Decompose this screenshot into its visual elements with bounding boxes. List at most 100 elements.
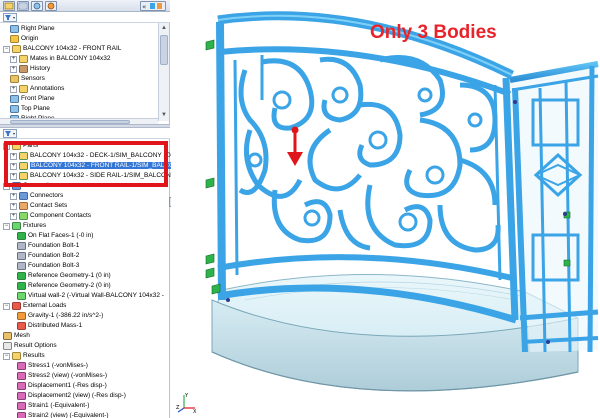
svg-text:Z: Z xyxy=(176,405,180,411)
tree-item-label: Stress1 (-vonMises-) xyxy=(28,362,88,369)
tree-item-label: Top Plane xyxy=(21,105,50,112)
balcony-model xyxy=(205,11,599,392)
tree-item[interactable]: Displacement1 (-Res disp-) xyxy=(17,381,107,391)
fixture-icon xyxy=(17,272,26,280)
highlight-box xyxy=(4,141,168,187)
tree-item-label: Displacement2 (view) (-Res disp-) xyxy=(28,392,126,399)
filter-icon[interactable] xyxy=(3,13,17,22)
tree-item-label: Sensors xyxy=(21,75,45,82)
tree-item-label: Distributed Mass-1 xyxy=(28,322,83,329)
tree-item[interactable]: Top Plane xyxy=(10,104,50,114)
tree-item-label: Component Contacts xyxy=(30,212,92,219)
tree-item[interactable]: + History xyxy=(10,64,50,74)
part-icon xyxy=(12,45,21,53)
tree-item[interactable]: Foundation Bolt-3 xyxy=(17,261,79,271)
panel-options-icon[interactable]: « xyxy=(140,1,166,11)
tree-item-label: External Loads xyxy=(23,302,67,309)
tree-item[interactable]: + Contact Sets xyxy=(10,201,67,211)
tree-item[interactable]: Reference Geometry-1 (0 in) xyxy=(17,271,111,281)
tree-item[interactable]: On Flat Faces-1 (-0 in) xyxy=(17,231,93,241)
tree-item-label: Mates in BALCONY 104x32 xyxy=(30,55,111,62)
tree-item-label: On Flat Faces-1 (-0 in) xyxy=(28,232,94,239)
tree-item[interactable]: − External Loads xyxy=(3,301,66,311)
tree-item[interactable]: Right Plane xyxy=(10,24,55,34)
expand-icon[interactable]: + xyxy=(10,202,17,210)
tree-item-label: Foundation Bolt-1 xyxy=(28,242,80,249)
property-manager-tab-icon[interactable] xyxy=(17,1,29,11)
svg-text:«: « xyxy=(142,3,146,10)
expand-icon[interactable]: + xyxy=(10,65,17,73)
tree-item[interactable]: Front Plane xyxy=(10,94,55,104)
feature-manager-panel: « Right Plane Origin − BALCONY 104x32 - FRO… xyxy=(0,0,180,418)
origin-icon xyxy=(10,35,19,43)
sensors-icon xyxy=(10,75,19,83)
collapse-icon[interactable]: − xyxy=(3,302,10,310)
tree-item[interactable]: Foundation Bolt-2 xyxy=(17,251,79,261)
tree-item[interactable]: Gravity-1 (-386.22 in/s^2-) xyxy=(17,311,103,321)
tree-item-label: History xyxy=(30,65,51,72)
tree-item[interactable]: + Mates in BALCONY 104x32 xyxy=(10,54,110,64)
plot-icon xyxy=(17,382,26,390)
collapse-icon[interactable]: − xyxy=(3,352,10,360)
tree-item[interactable]: Strain2 (view) (-Equivalent-) xyxy=(17,411,109,418)
scroll-up-icon[interactable]: ▲ xyxy=(160,24,168,32)
filter-icon[interactable] xyxy=(3,129,17,138)
tree-item-label: Stress2 (view) (-vonMises-) xyxy=(28,372,108,379)
plot-icon xyxy=(17,412,26,418)
tree-item[interactable]: Stress2 (view) (-vonMises-) xyxy=(17,371,107,381)
collapse-icon[interactable]: − xyxy=(3,45,10,53)
bolt-icon xyxy=(17,262,26,270)
tree-item-label: Front Plane xyxy=(21,95,55,102)
tree-item[interactable]: Displacement2 (view) (-Res disp-) xyxy=(17,391,126,401)
tree-item-label: Strain1 (-Equivalent-) xyxy=(28,402,90,409)
tree-item[interactable]: + Component Contacts xyxy=(10,211,91,221)
scroll-down-icon[interactable]: ▼ xyxy=(160,111,168,119)
tree-item[interactable]: Virtual wall-2 (-Virtual Wall-BALCONY 10… xyxy=(17,291,164,301)
tree-item[interactable]: + Annotations xyxy=(10,84,64,94)
tree-item[interactable]: Foundation Bolt-1 xyxy=(17,241,79,251)
tree-item-label: Origin xyxy=(21,35,39,42)
tree-item-label: Connectors xyxy=(30,192,64,199)
tree-item[interactable]: − Fixtures xyxy=(3,221,46,231)
tree-item[interactable]: Origin xyxy=(10,34,38,44)
display-manager-tab-icon[interactable] xyxy=(45,1,57,11)
load-arrow-icon xyxy=(287,126,303,166)
tree-item-label: Displacement1 (-Res disp-) xyxy=(28,382,107,389)
collapse-icon[interactable]: − xyxy=(3,222,10,230)
config-manager-tab-icon[interactable] xyxy=(31,1,43,11)
tree-item[interactable]: Distributed Mass-1 xyxy=(17,321,82,331)
tree-item[interactable]: − Results xyxy=(3,351,45,361)
fixtures-icon xyxy=(12,222,21,230)
tree-item[interactable]: + Connectors xyxy=(10,191,63,201)
plane-icon xyxy=(10,25,19,33)
wall-icon xyxy=(17,292,26,300)
tree-item-label: BALCONY 104x32 - FRONT RAIL xyxy=(23,45,122,52)
expand-icon[interactable]: + xyxy=(10,192,17,200)
bolt-icon xyxy=(17,242,26,250)
tree-item[interactable]: Stress1 (-vonMises-) xyxy=(17,361,88,371)
bolt-icon xyxy=(17,252,26,260)
expand-icon[interactable]: + xyxy=(10,85,17,93)
upper-tree-scrollbar[interactable]: ▲ ▼ xyxy=(158,23,169,121)
tree-item-label: Annotations xyxy=(30,85,65,92)
tree-item-label: Mesh xyxy=(14,332,30,339)
gravity-icon xyxy=(17,312,26,320)
annotations-icon xyxy=(19,85,28,93)
tree-item[interactable]: Sensors xyxy=(10,74,45,84)
feature-tree-tab-icon[interactable] xyxy=(3,1,15,11)
annotation-label: Only 3 Bodies xyxy=(370,22,497,43)
plot-icon xyxy=(17,402,26,410)
tree-item[interactable]: − BALCONY 104x32 - FRONT RAIL xyxy=(3,44,121,54)
feature-manager-toolbar: « xyxy=(0,0,170,12)
connectors-icon xyxy=(19,192,28,200)
tree-item[interactable]: Mesh xyxy=(3,331,30,341)
external-loads-icon xyxy=(12,302,21,310)
expand-icon[interactable]: + xyxy=(10,55,17,63)
scroll-thumb[interactable] xyxy=(160,35,168,65)
mesh-icon xyxy=(3,332,12,340)
graphics-viewport[interactable]: Only 3 Bodies xyxy=(171,0,600,418)
tree-item[interactable]: Reference Geometry-2 (0 in) xyxy=(17,281,111,291)
tree-item[interactable]: Strain1 (-Equivalent-) xyxy=(17,401,89,411)
tree-item[interactable]: Result Options xyxy=(3,341,57,351)
expand-icon[interactable]: + xyxy=(10,212,17,220)
